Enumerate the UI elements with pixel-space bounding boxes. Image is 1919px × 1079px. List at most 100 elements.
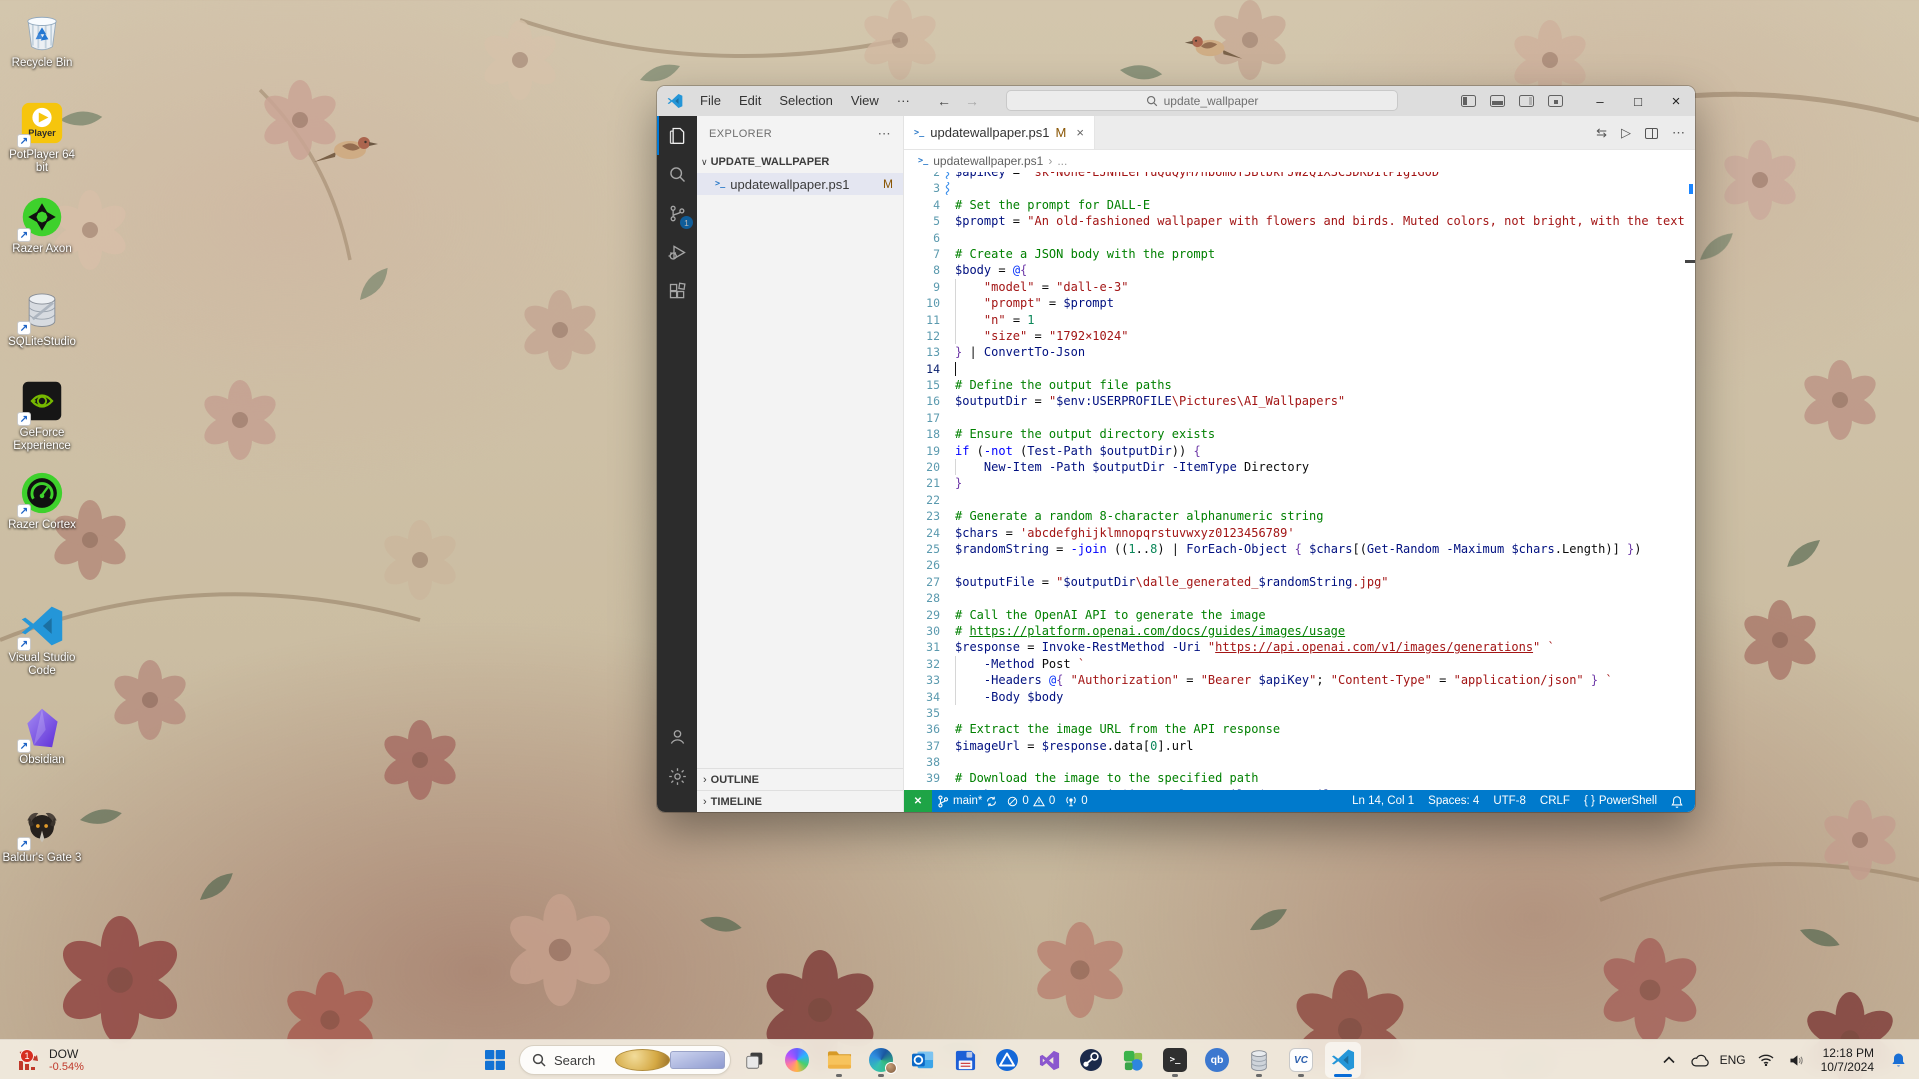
floppy-app-button[interactable] xyxy=(947,1042,983,1078)
eol[interactable]: CRLF xyxy=(1540,795,1570,807)
problems-item[interactable]: 0 0 xyxy=(1002,790,1060,812)
code-line: 18# Ensure the output directory exists xyxy=(904,426,1695,442)
blue-triangle-app-button[interactable] xyxy=(989,1042,1025,1078)
explorer-title: EXPLORER xyxy=(709,128,772,140)
minimize-button[interactable]: – xyxy=(1581,86,1619,116)
desktop-icon-label: Baldur's Gate 3 xyxy=(3,852,82,865)
nav-forward-icon[interactable]: → xyxy=(965,93,979,109)
search-icon[interactable] xyxy=(657,155,697,194)
run-debug-icon[interactable] xyxy=(657,233,697,272)
outlook-button[interactable] xyxy=(905,1042,941,1078)
explorer-icon[interactable] xyxy=(657,116,697,155)
wifi-icon[interactable] xyxy=(1755,1045,1777,1075)
indentation[interactable]: Spaces: 4 xyxy=(1428,795,1479,807)
geforce-experience-icon: ↗ xyxy=(19,378,65,424)
toggle-sidebar-icon[interactable] xyxy=(1461,95,1476,107)
green-blue-app-button[interactable] xyxy=(1115,1042,1151,1078)
notification-bell-icon[interactable] xyxy=(1887,1045,1909,1075)
razer-cortex-icon: ↗ xyxy=(19,470,65,516)
stocks-widget[interactable]: 1 DOW -0.54% xyxy=(8,1040,92,1079)
copilot-button[interactable] xyxy=(779,1042,815,1078)
file-item-updatewallpaper[interactable]: >_ updatewallpaper.ps1 M xyxy=(697,173,903,195)
file-explorer-button[interactable] xyxy=(821,1042,857,1078)
editor-more-icon[interactable]: ⋯ xyxy=(1672,125,1685,141)
tab-updatewallpaper[interactable]: >_ updatewallpaper.ps1 M × xyxy=(904,116,1095,149)
code-lines: 2$apiKey = "sk-None-EJNhLeFYuQuQyM7hbUmO… xyxy=(904,172,1695,790)
language-mode[interactable]: { } PowerShell xyxy=(1584,795,1657,807)
ports-item[interactable]: 0 xyxy=(1060,790,1092,812)
menu-edit[interactable]: Edit xyxy=(730,90,770,112)
code-line: 26 xyxy=(904,557,1695,573)
desktop-icon-sqlitestudio[interactable]: ↗ SQLiteStudio xyxy=(2,287,82,349)
desktop-icon-geforce-experience[interactable]: ↗ GeForce Experience xyxy=(2,378,82,453)
desktop-icon-recycle-bin[interactable]: Recycle Bin xyxy=(2,8,82,70)
desktop-icon-vscode[interactable]: ↗ Visual Studio Code xyxy=(2,603,82,678)
timeline-section[interactable]: › TIMELINE xyxy=(697,790,903,812)
outlook-icon xyxy=(911,1049,935,1071)
edge-button[interactable] xyxy=(863,1042,899,1078)
running-indicator xyxy=(1172,1074,1178,1077)
task-view-button[interactable] xyxy=(737,1042,773,1078)
code-line: 13} | ConvertTo-Json xyxy=(904,344,1695,360)
settings-gear-icon[interactable] xyxy=(657,757,697,796)
menu-file[interactable]: File xyxy=(691,90,730,112)
terminal-button[interactable]: >_ xyxy=(1157,1042,1193,1078)
start-button[interactable] xyxy=(477,1042,513,1078)
account-icon[interactable] xyxy=(657,717,697,756)
desktop-icon-potplayer[interactable]: Player ↗ PotPlayer 64 bit xyxy=(2,100,82,175)
source-control-icon[interactable]: 1 xyxy=(657,194,697,233)
veracrypt-button[interactable]: VC xyxy=(1283,1042,1319,1078)
steam-button[interactable] xyxy=(1073,1042,1109,1078)
running-indicator xyxy=(878,1074,884,1077)
outline-section[interactable]: › OUTLINE xyxy=(697,768,903,790)
customize-layout-icon[interactable] xyxy=(1548,95,1563,107)
overview-ruler-cursor-mark xyxy=(1685,260,1695,263)
clock[interactable]: 12:18 PM 10/7/2024 xyxy=(1817,1046,1878,1074)
desktop-icon-razer-axon[interactable]: ↗ Razer Axon xyxy=(2,194,82,256)
explorer-section-header[interactable]: ∨ UPDATE_WALLPAPER xyxy=(697,151,903,173)
run-file-icon[interactable]: ▷ xyxy=(1621,125,1631,141)
extensions-icon[interactable] xyxy=(657,272,697,311)
menu-more[interactable]: ··· xyxy=(888,90,919,112)
visual-studio-button[interactable] xyxy=(1031,1042,1067,1078)
qbittorrent-button[interactable]: qb xyxy=(1199,1042,1235,1078)
code-line: 7# Create a JSON body with the prompt xyxy=(904,246,1695,262)
menu-view[interactable]: View xyxy=(842,90,888,112)
vscode-taskbar-button[interactable] xyxy=(1325,1042,1361,1078)
git-branch-item[interactable]: main* xyxy=(932,790,1002,812)
maximize-button[interactable]: □ xyxy=(1619,86,1657,116)
language-indicator[interactable]: ENG xyxy=(1720,1053,1746,1067)
remote-indicator[interactable]: ✕ xyxy=(904,790,932,812)
onedrive-cloud-icon[interactable] xyxy=(1689,1045,1711,1075)
veracrypt-icon: VC xyxy=(1289,1048,1313,1072)
explorer-more-icon[interactable]: ⋯ xyxy=(878,126,891,142)
open-changes-icon[interactable]: ⇆ xyxy=(1596,125,1607,141)
close-button[interactable]: × xyxy=(1657,86,1695,116)
menu-selection[interactable]: Selection xyxy=(770,90,841,112)
code-editor[interactable]: 2$apiKey = "sk-None-EJNhLeFYuQuQyM7hbUmO… xyxy=(904,172,1695,790)
desktop-icon-razer-cortex[interactable]: ↗ Razer Cortex xyxy=(2,470,82,532)
command-center-search[interactable]: update_wallpaper xyxy=(1006,90,1398,111)
warnings-icon xyxy=(1033,796,1045,807)
titlebar[interactable]: File Edit Selection View ··· ← → update_… xyxy=(657,86,1695,116)
nav-back-icon[interactable]: ← xyxy=(937,93,951,109)
encoding[interactable]: UTF-8 xyxy=(1493,795,1526,807)
shortcut-arrow-icon: ↗ xyxy=(17,321,31,335)
split-editor-icon[interactable] xyxy=(1645,128,1658,139)
volume-icon[interactable] xyxy=(1786,1045,1808,1075)
cursor-position[interactable]: Ln 14, Col 1 xyxy=(1352,795,1414,807)
code-line: 35 xyxy=(904,705,1695,721)
desktop-icon-baldurs-gate-3[interactable]: ↗ Baldur's Gate 3 xyxy=(2,803,82,865)
database-app-button[interactable] xyxy=(1241,1042,1277,1078)
code-line: 11 "n" = 1 xyxy=(904,312,1695,328)
tray-chevron-up-icon[interactable] xyxy=(1658,1045,1680,1075)
toggle-panel-icon[interactable] xyxy=(1490,95,1505,107)
toggle-secondary-sidebar-icon[interactable] xyxy=(1519,95,1534,107)
desktop-icon-obsidian[interactable]: ↗ Obsidian xyxy=(2,705,82,767)
breadcrumb[interactable]: >_ updatewallpaper.ps1 › ... xyxy=(904,150,1695,172)
code-line: 8$body = @{ xyxy=(904,262,1695,278)
taskbar-search[interactable]: Search xyxy=(519,1045,731,1075)
windows-logo-icon xyxy=(484,1049,506,1071)
code-line: 33 -Headers @{ "Authorization" = "Bearer… xyxy=(904,672,1695,688)
notifications-bell-icon[interactable] xyxy=(1671,795,1683,808)
